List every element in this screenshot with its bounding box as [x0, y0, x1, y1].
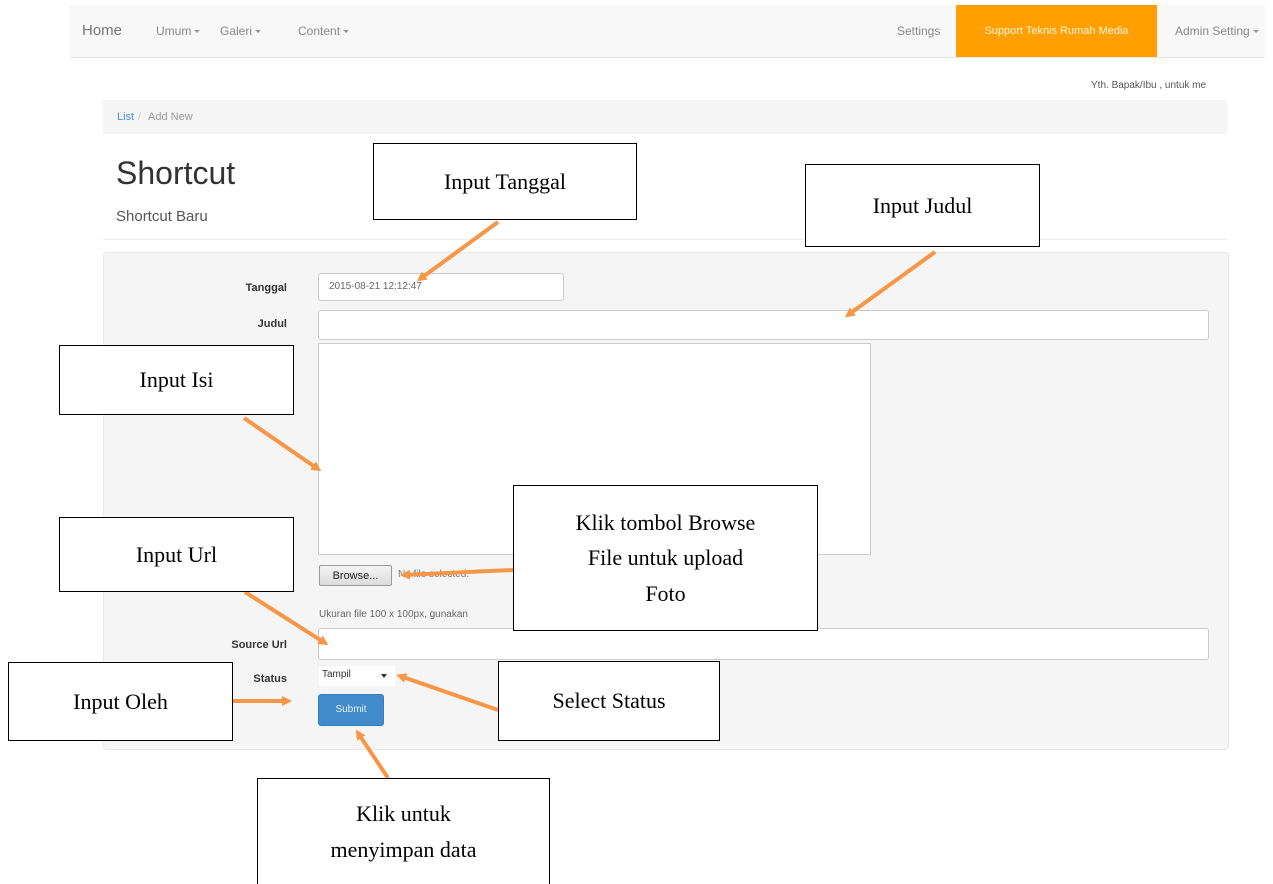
arrow-tanggal: [416, 220, 500, 282]
callout-input-judul: Input Judul: [805, 164, 1040, 247]
callout-browse: Klik tombol Browse File untuk upload Fot…: [513, 485, 818, 631]
callout-submit: Klik untuk menyimpan data: [257, 778, 550, 884]
callout-submit-line-1: Klik untuk: [356, 801, 451, 827]
callout-browse-line-1: Klik tombol Browse: [575, 510, 756, 536]
arrow-submit: [355, 729, 390, 780]
callout-browse-line-3: Foto: [645, 580, 686, 606]
arrow-status: [396, 673, 499, 712]
callout-input-oleh: Input Oleh: [8, 662, 233, 741]
arrow-browse: [400, 568, 514, 580]
callout-submit-line-2: menyimpan data: [330, 836, 477, 862]
callout-input-tanggal: Input Tanggal: [373, 143, 637, 220]
callout-input-isi: Input Isi: [59, 345, 294, 415]
arrow-isi: [242, 416, 322, 472]
arrow-judul: [844, 250, 937, 318]
callout-select-status: Select Status: [498, 661, 720, 741]
annotation-arrows: [233, 220, 937, 780]
arrow-url: [243, 590, 329, 646]
callout-browse-line-2: File untuk upload: [587, 545, 744, 571]
callout-input-url: Input Url: [59, 517, 294, 592]
